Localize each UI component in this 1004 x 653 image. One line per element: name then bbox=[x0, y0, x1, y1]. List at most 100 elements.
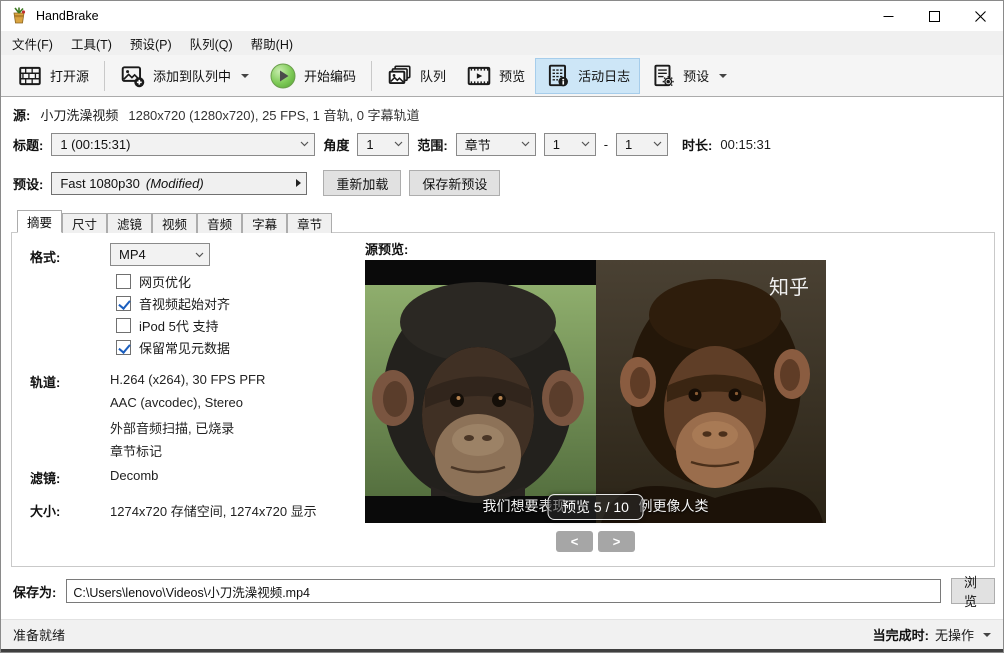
queue-button[interactable]: 队列 bbox=[377, 58, 456, 94]
close-icon bbox=[975, 11, 986, 22]
save-as-label: 保存为: bbox=[13, 582, 56, 601]
format-select[interactable]: MP4 bbox=[110, 243, 210, 266]
ipod-support-label: iPod 5代 支持 bbox=[139, 316, 218, 335]
ipod-support-checkbox[interactable] bbox=[116, 318, 131, 333]
queue-icon bbox=[387, 63, 413, 89]
start-encode-label: 开始编码 bbox=[304, 66, 356, 85]
save-path-input[interactable] bbox=[66, 579, 941, 603]
tab-summary[interactable]: 摘要 bbox=[17, 210, 62, 233]
range-from-select[interactable]: 1 bbox=[544, 133, 596, 156]
save-new-preset-button[interactable]: 保存新预设 bbox=[409, 170, 500, 196]
angle-select-value: 1 bbox=[366, 137, 373, 152]
av-align-checkbox-row[interactable]: 音视频起始对齐 bbox=[116, 294, 230, 313]
activity-log-button[interactable]: 活动日志 bbox=[535, 58, 640, 94]
tab-strip: 摘要 尺寸 滤镜 视频 音频 字幕 章节 bbox=[17, 210, 332, 233]
chevron-down-icon bbox=[195, 252, 204, 258]
source-label: 源: bbox=[13, 105, 30, 124]
close-button[interactable] bbox=[957, 1, 1003, 31]
preview-label: 预览 bbox=[499, 66, 525, 85]
tab-video[interactable]: 视频 bbox=[152, 213, 197, 233]
format-label: 格式: bbox=[30, 247, 60, 266]
range-type-select[interactable]: 章节 bbox=[456, 133, 536, 156]
menu-tools[interactable]: 工具(T) bbox=[62, 31, 121, 55]
toolbar: 打开源 添加到队列中 开 bbox=[1, 55, 1003, 97]
chevron-down-icon bbox=[394, 141, 403, 147]
window-bottom-edge bbox=[1, 649, 1003, 653]
menu-help[interactable]: 帮助(H) bbox=[242, 31, 302, 55]
ipod-support-checkbox-row[interactable]: iPod 5代 支持 bbox=[116, 316, 218, 335]
preset-arrow-icon bbox=[296, 179, 301, 187]
keep-metadata-checkbox-row[interactable]: 保留常见元数据 bbox=[116, 338, 230, 357]
range-label: 范围: bbox=[417, 135, 447, 154]
track-video: H.264 (x264), 30 FPS PFR bbox=[110, 372, 265, 387]
preview-nav: < > bbox=[365, 531, 826, 552]
open-source-button[interactable]: 打开源 bbox=[7, 58, 99, 94]
activity-log-icon bbox=[545, 63, 571, 89]
toolbar-separator bbox=[371, 61, 372, 91]
preview-icon bbox=[466, 63, 492, 89]
size-value: 1274x720 存储空间, 1274x720 显示 bbox=[110, 501, 317, 520]
menu-queue[interactable]: 队列(Q) bbox=[181, 31, 242, 55]
tab-subtitles[interactable]: 字幕 bbox=[242, 213, 287, 233]
filters-label: 滤镜: bbox=[30, 468, 60, 487]
tab-audio[interactable]: 音频 bbox=[197, 213, 242, 233]
preview-button[interactable]: 预览 bbox=[456, 58, 535, 94]
source-info-row: 源: 小刀洗澡视频 1280x720 (1280x720), 25 FPS, 1… bbox=[13, 105, 420, 124]
track-chapters: 章节标记 bbox=[110, 441, 162, 460]
start-encode-button[interactable]: 开始编码 bbox=[259, 58, 366, 94]
toolbar-separator bbox=[104, 61, 105, 91]
menu-file[interactable]: 文件(F) bbox=[3, 31, 62, 55]
browse-button[interactable]: 浏览 bbox=[951, 578, 995, 604]
when-done-control[interactable]: 当完成时: 无操作 bbox=[873, 625, 991, 644]
track-subtitle: 外部音频扫描, 已烧录 bbox=[110, 418, 234, 437]
handbrake-window: HandBrake 文件(F) 工具(T) 预设(P) 队列(Q) 帮助(H) bbox=[0, 0, 1004, 653]
preset-select[interactable]: Fast 1080p30(Modified) bbox=[51, 172, 307, 195]
maximize-button[interactable] bbox=[911, 1, 957, 31]
reload-preset-button[interactable]: 重新加载 bbox=[323, 170, 401, 196]
chevron-down-icon bbox=[521, 141, 530, 147]
presets-label: 预设 bbox=[683, 66, 709, 85]
tab-filters[interactable]: 滤镜 bbox=[107, 213, 152, 233]
angle-label: 角度 bbox=[323, 135, 349, 154]
av-align-checkbox[interactable] bbox=[116, 296, 131, 311]
when-done-label: 当完成时: bbox=[873, 625, 929, 644]
add-to-queue-icon bbox=[120, 63, 146, 89]
filters-value: Decomb bbox=[110, 468, 158, 483]
preview-prev-button[interactable]: < bbox=[556, 531, 593, 552]
duration-value: 00:15:31 bbox=[720, 137, 771, 152]
start-encode-icon bbox=[269, 62, 297, 90]
size-label: 大小: bbox=[30, 501, 60, 520]
title-select[interactable]: 1 (00:15:31) bbox=[51, 133, 315, 156]
range-type-value: 章节 bbox=[465, 135, 491, 154]
range-to-select[interactable]: 1 bbox=[616, 133, 668, 156]
add-to-queue-button[interactable]: 添加到队列中 bbox=[110, 58, 259, 94]
maximize-icon bbox=[929, 11, 940, 22]
tracks-label: 轨道: bbox=[30, 372, 60, 391]
tab-dimensions[interactable]: 尺寸 bbox=[62, 213, 107, 233]
preview-counter-tooltip: 预览 5 / 10 bbox=[547, 494, 644, 520]
web-optimized-checkbox[interactable] bbox=[116, 274, 131, 289]
menu-presets[interactable]: 预设(P) bbox=[121, 31, 181, 55]
preview-next-button[interactable]: > bbox=[598, 531, 635, 552]
minimize-button[interactable] bbox=[865, 1, 911, 31]
source-details: 1280x720 (1280x720), 25 FPS, 1 音轨, 0 字幕轨… bbox=[128, 105, 419, 124]
when-done-caret-icon bbox=[983, 633, 991, 637]
menu-bar: 文件(F) 工具(T) 预设(P) 队列(Q) 帮助(H) bbox=[1, 31, 1003, 55]
angle-select[interactable]: 1 bbox=[357, 133, 409, 156]
format-select-value: MP4 bbox=[119, 247, 146, 262]
status-text: 准备就绪 bbox=[13, 625, 65, 644]
tab-chapters[interactable]: 章节 bbox=[287, 213, 332, 233]
keep-metadata-checkbox[interactable] bbox=[116, 340, 131, 355]
title-row: 标题: 1 (00:15:31) 角度 1 范围: 章节 1 - 1 时长: 0… bbox=[13, 132, 771, 156]
web-optimized-label: 网页优化 bbox=[139, 272, 191, 291]
window-title: HandBrake bbox=[36, 9, 99, 23]
web-optimized-checkbox-row[interactable]: 网页优化 bbox=[116, 272, 191, 291]
chevron-down-icon bbox=[653, 141, 662, 147]
presets-button[interactable]: 预设 bbox=[640, 58, 737, 94]
minimize-icon bbox=[883, 11, 894, 22]
when-done-value: 无操作 bbox=[935, 625, 974, 644]
save-row: 保存为: 浏览 bbox=[13, 578, 995, 604]
source-name: 小刀洗澡视频 bbox=[40, 105, 118, 124]
chevron-down-icon bbox=[300, 141, 309, 147]
chevron-down-icon bbox=[581, 141, 590, 147]
